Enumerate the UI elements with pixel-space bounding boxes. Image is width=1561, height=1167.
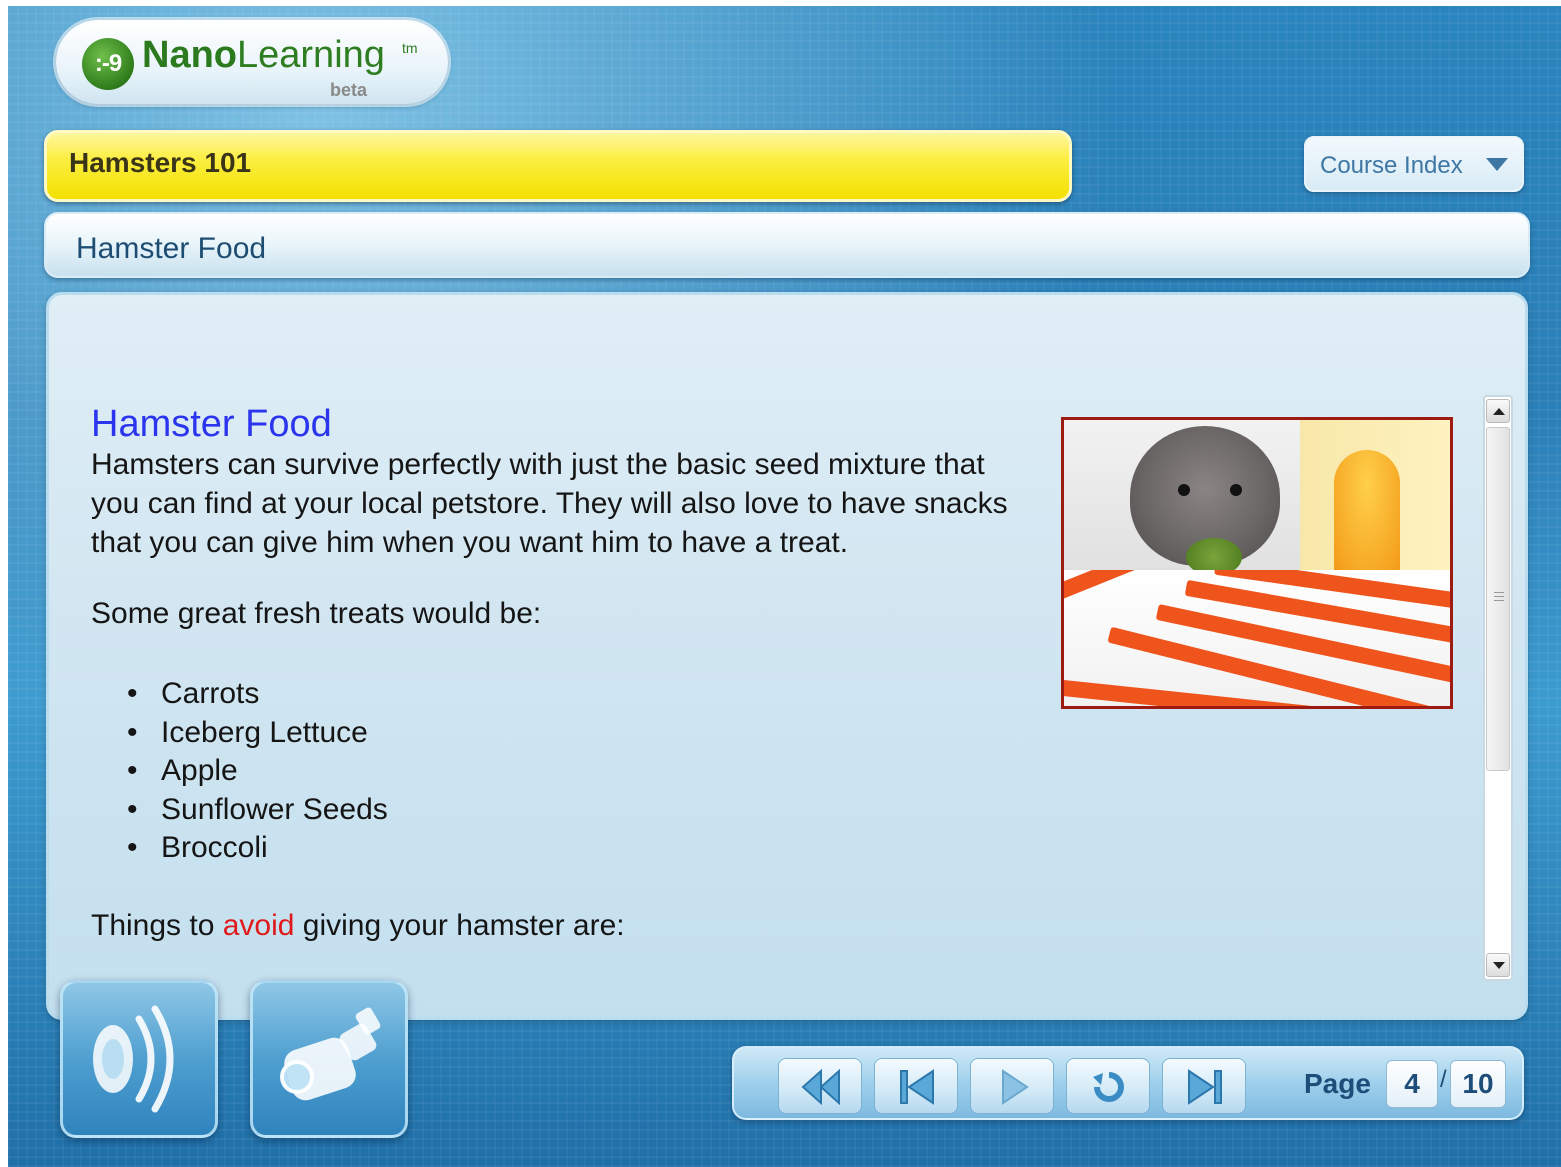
- course-index-dropdown[interactable]: Course Index: [1304, 136, 1524, 192]
- logo-beta-tag: beta: [330, 80, 368, 100]
- camcorder-icon: [280, 1007, 381, 1101]
- treats-intro-text: Some great fresh treats would be:: [91, 597, 542, 630]
- avoid-intro-text: Things to avoid giving your hamster are:: [91, 909, 625, 943]
- nanolearning-logo: :-9 NanoLearning tm beta: [56, 20, 448, 104]
- section-title-bar: Hamster Food: [44, 212, 1530, 278]
- section-title: Hamster Food: [76, 232, 267, 265]
- rewind-button[interactable]: [778, 1058, 862, 1114]
- list-item: Iceberg Lettuce: [127, 714, 388, 753]
- logo-wordmark: NanoLearning: [142, 34, 385, 77]
- scroll-thumb[interactable]: [1486, 427, 1510, 771]
- lesson-content-panel: Hamster Food Hamsters can survive perfec…: [46, 292, 1528, 1020]
- current-page-field[interactable]: 4: [1386, 1060, 1438, 1108]
- logo-word-bold: Nano: [142, 34, 237, 76]
- course-title: Hamsters 101: [69, 147, 252, 178]
- play-icon: [1002, 1069, 1029, 1105]
- scroll-down-icon[interactable]: [1486, 953, 1510, 977]
- total-pages: 10: [1450, 1060, 1506, 1108]
- video-button[interactable]: [250, 980, 408, 1138]
- logo-trademark: tm: [402, 40, 418, 56]
- nanolearning-player: :-9 NanoLearning tm beta Hamsters 101 Co…: [8, 6, 1561, 1167]
- scroll-up-icon[interactable]: [1486, 399, 1510, 423]
- logo-mark-icon: :-9: [82, 38, 134, 90]
- chevron-down-icon: [1486, 158, 1508, 171]
- list-item: Sunflower Seeds: [127, 791, 388, 830]
- avoid-suffix: giving your hamster are:: [294, 909, 625, 942]
- grip-icon: [1494, 592, 1504, 604]
- speaker-icon: [93, 1005, 174, 1113]
- lesson-paragraph: Hamsters can survive perfectly with just…: [91, 448, 1008, 559]
- first-page-button[interactable]: [874, 1058, 958, 1114]
- lesson-heading: Hamster Food: [91, 403, 332, 445]
- list-item: Broccoli: [127, 829, 388, 868]
- rewind-icon: [801, 1069, 840, 1105]
- skip-forward-icon: [1188, 1069, 1222, 1105]
- course-title-bar: Hamsters 101: [44, 130, 1072, 202]
- play-button[interactable]: [970, 1058, 1054, 1114]
- content-scrollbar[interactable]: [1483, 395, 1513, 981]
- course-index-label: Course Index: [1320, 152, 1463, 179]
- treats-list: Carrots Iceberg Lettuce Apple Sunflower …: [127, 675, 388, 868]
- page-separator: /: [1440, 1066, 1447, 1093]
- audio-button[interactable]: [60, 980, 218, 1138]
- list-item: Apple: [127, 752, 388, 791]
- replay-icon: [1093, 1072, 1124, 1102]
- page-label: Page: [1304, 1068, 1371, 1099]
- next-page-button[interactable]: [1162, 1058, 1246, 1114]
- logo-word-light: Learning: [237, 34, 385, 76]
- avoid-highlight: avoid: [222, 909, 295, 942]
- page-navigation: Page 4 / 10: [732, 1046, 1524, 1120]
- hamster-photo: [1061, 417, 1453, 709]
- avoid-prefix: Things to: [91, 909, 223, 942]
- replay-button[interactable]: [1066, 1058, 1150, 1114]
- skip-back-icon: [900, 1069, 934, 1105]
- ladder-toy: [1064, 570, 1450, 706]
- list-item: Carrots: [127, 675, 388, 714]
